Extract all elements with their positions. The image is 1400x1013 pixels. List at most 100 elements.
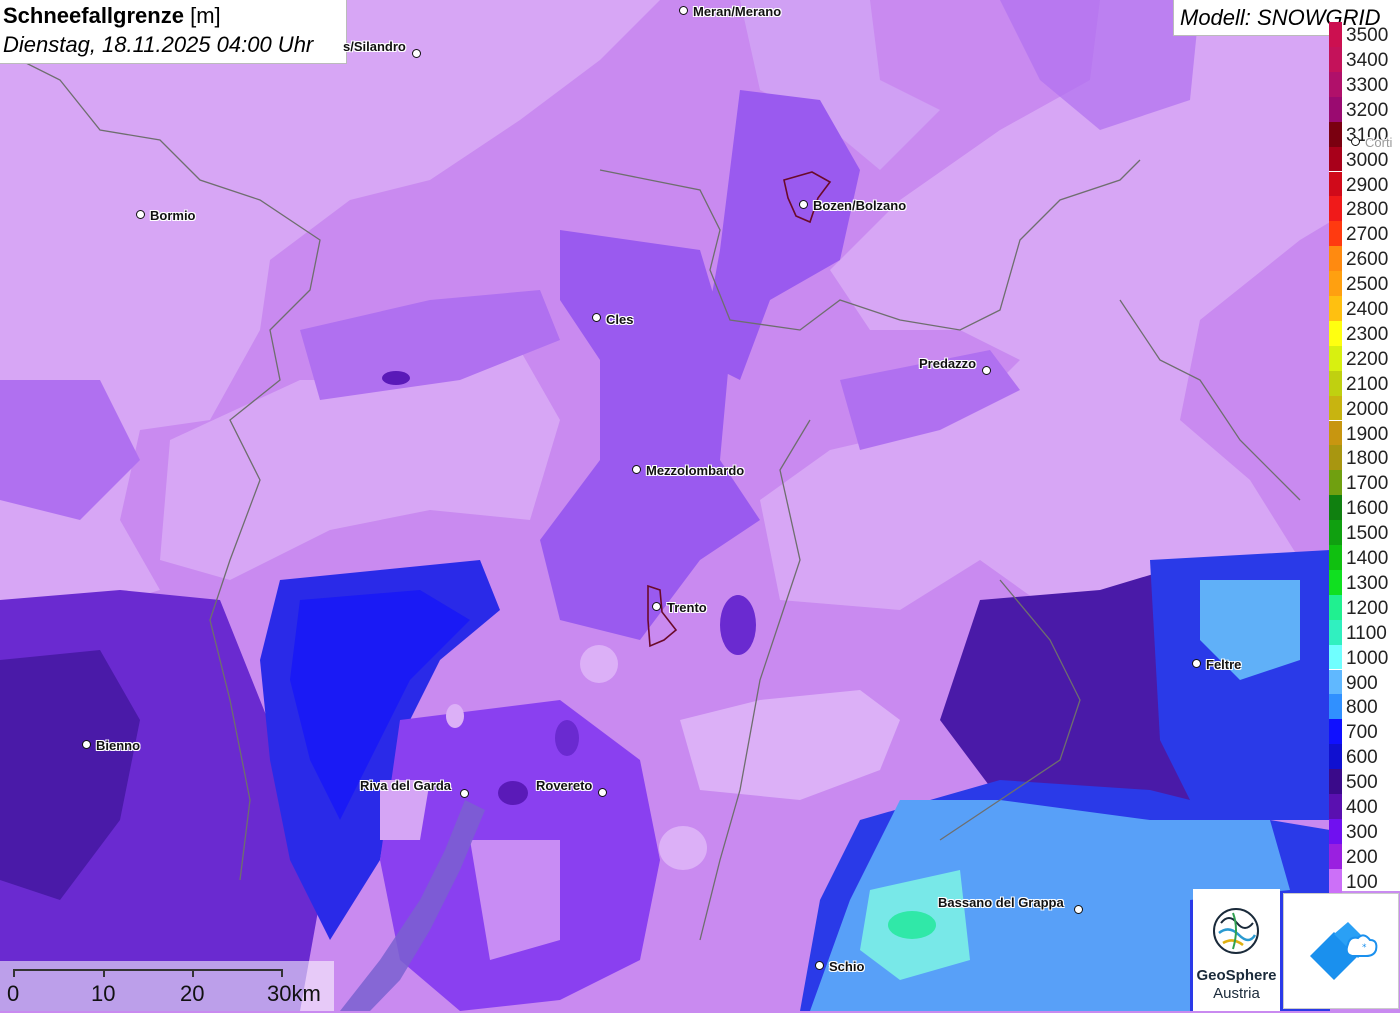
scale-tick: [281, 969, 283, 977]
legend-swatch: [1329, 345, 1342, 371]
legend-swatch: [1329, 619, 1342, 645]
legend-label: 1500: [1346, 523, 1389, 545]
legend-row: 2000: [1329, 395, 1400, 421]
map-title: Schneefallgrenze [m]: [3, 3, 221, 29]
legend-label: 3000: [1346, 149, 1389, 171]
snow-cloud-icon: *: [1310, 922, 1378, 980]
legend-label: 700: [1346, 722, 1378, 744]
scale-tick: [103, 969, 105, 977]
legend-row: 1300: [1329, 569, 1400, 595]
snowfall-line-map[interactable]: [0, 0, 1400, 1011]
city-dot-icon: [460, 789, 469, 798]
legend-label: 800: [1346, 697, 1378, 719]
legend-label: 1100: [1346, 622, 1387, 644]
city-label: Bienno: [96, 738, 141, 753]
legend-row: 900: [1329, 669, 1400, 695]
legend-label: 2200: [1346, 348, 1389, 370]
legend-swatch: [1329, 868, 1342, 894]
legend-label: 2800: [1346, 199, 1389, 221]
legend-row: 1100: [1329, 619, 1400, 645]
legend-row: 1900: [1329, 420, 1400, 446]
legend-label: 900: [1346, 672, 1378, 694]
legend-swatch: [1329, 594, 1342, 620]
city-label: Rovereto: [536, 778, 593, 793]
legend-swatch: [1329, 96, 1342, 122]
geosphere-logo[interactable]: GeoSphere Austria: [1193, 889, 1280, 1011]
city-dot-icon: [598, 788, 607, 797]
legend-label: 1900: [1346, 423, 1389, 445]
legend-row: 1800: [1329, 445, 1400, 471]
city-label: Predazzo: [919, 356, 977, 371]
legend-swatch: [1329, 445, 1342, 471]
legend-swatch: [1329, 171, 1342, 197]
legend-row: 800: [1329, 694, 1400, 720]
legend-swatch: [1329, 545, 1342, 570]
scale-label-0: 0: [7, 981, 20, 1006]
legend-label: 2300: [1346, 323, 1389, 345]
legend-swatch: [1329, 769, 1342, 794]
legend-label: 1400: [1346, 548, 1389, 569]
svg-text:*: *: [1362, 943, 1367, 953]
legend-label: 3500: [1346, 25, 1389, 46]
city-label: Trento: [667, 600, 707, 615]
city-label: Mezzolombardo: [646, 463, 745, 478]
city-dot-icon: [652, 602, 661, 611]
app-logo[interactable]: *: [1283, 893, 1399, 1009]
legend-row: 2600: [1329, 246, 1400, 272]
city-label: Bormio: [150, 208, 196, 223]
legend-row: 100: [1329, 868, 1400, 894]
legend-label: 400: [1346, 797, 1378, 818]
legend-swatch: [1329, 22, 1342, 47]
legend-row: 1500: [1329, 520, 1400, 545]
legend-swatch: [1329, 296, 1342, 321]
legend-row: 700: [1329, 719, 1400, 745]
legend-label: 300: [1346, 821, 1378, 843]
scale-tick: [192, 969, 194, 977]
legend-swatch: [1329, 370, 1342, 396]
legend-label: 2600: [1346, 249, 1389, 271]
city-label: s/Silandro: [343, 39, 406, 54]
city-label: Meran/Merano: [693, 4, 782, 19]
legend-swatch: [1329, 843, 1342, 869]
legend-swatch: [1329, 395, 1342, 421]
legend-row: 500: [1329, 769, 1400, 794]
city-dot-icon: [679, 6, 688, 15]
city-label: Schio: [829, 959, 865, 974]
legend-swatch: [1329, 669, 1342, 695]
color-legend: 3500 3400 3300 3200 3100 3000 2900 2800 2700 260…: [1329, 22, 1400, 894]
city-label: Riva del Garda: [360, 778, 452, 793]
city-dot-icon: [1351, 137, 1360, 146]
legend-row: 3000: [1329, 146, 1400, 172]
legend-row: 200: [1329, 843, 1400, 869]
legend-swatch: [1329, 121, 1342, 147]
legend-row: 2200: [1329, 345, 1400, 371]
legend-row: 2700: [1329, 221, 1400, 247]
legend-label: 2000: [1346, 398, 1389, 420]
legend-label: 600: [1346, 747, 1378, 769]
legend-row: 3200: [1329, 96, 1400, 122]
legend-label: 3200: [1346, 99, 1389, 121]
legend-swatch: [1329, 644, 1342, 670]
legend-row: 1000: [1329, 644, 1400, 670]
legend-swatch: [1329, 420, 1342, 446]
legend-row: 300: [1329, 818, 1400, 844]
city-label: Cles: [606, 312, 634, 327]
legend-row: 400: [1329, 794, 1400, 819]
legend-swatch: [1329, 470, 1342, 496]
legend-swatch: [1329, 569, 1342, 595]
legend-row: 2300: [1329, 320, 1400, 346]
legend-swatch: [1329, 694, 1342, 720]
scale-label-20: 20: [180, 981, 205, 1006]
city-dot-icon: [592, 313, 601, 322]
legend-swatch: [1329, 47, 1342, 72]
legend-row-partial: 3500: [1329, 22, 1400, 47]
legend-swatch: [1329, 495, 1342, 521]
legend-row: 2500: [1329, 271, 1400, 296]
legend-swatch: [1329, 818, 1342, 844]
scale-label-10: 10: [91, 981, 116, 1006]
title-box: Schneefallgrenze [m] Dienstag, 18.11.202…: [0, 0, 347, 64]
city-label: Bassano del Grappa: [938, 895, 1064, 910]
legend-swatch: [1329, 146, 1342, 172]
legend-label: 1600: [1346, 498, 1389, 520]
forecast-datetime: Dienstag, 18.11.2025 04:00 Uhr: [3, 32, 314, 57]
